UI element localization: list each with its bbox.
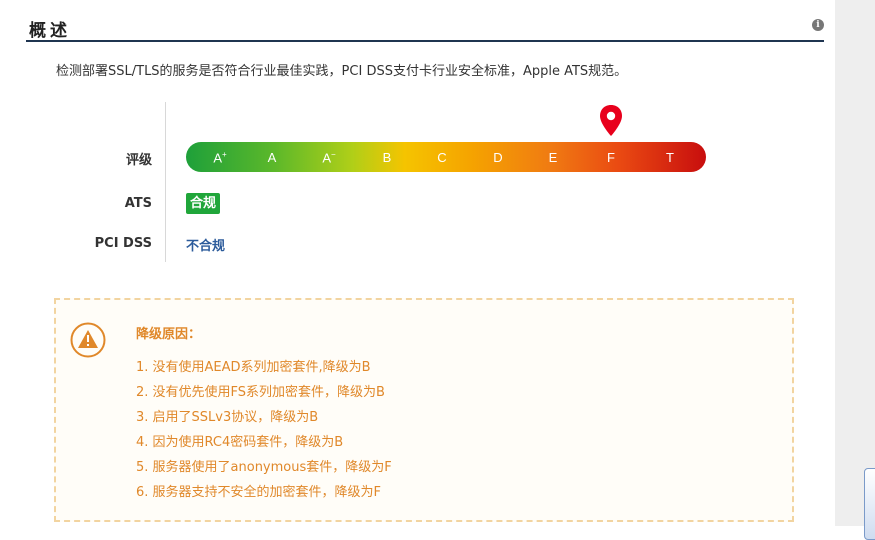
warning-icon bbox=[70, 322, 106, 358]
grade-a-minus: A− bbox=[314, 150, 344, 165]
map-pin-icon bbox=[600, 105, 622, 136]
rating-scale-bar: A+ A A− B C D E F T bbox=[186, 142, 706, 172]
grade-letter: T bbox=[666, 150, 674, 165]
grade-a-plus: A+ bbox=[205, 150, 235, 165]
grade-t: T bbox=[655, 150, 685, 165]
grade-letter: E bbox=[548, 150, 558, 165]
pci-label: PCI DSS bbox=[94, 236, 152, 251]
downgrade-reason-item: 3. 启用了SSLv3协议，降级为B bbox=[136, 410, 319, 425]
section-description: 检测部署SSL/TLS的服务是否符合行业最佳实践，PCI DSS支付卡行业安全标… bbox=[56, 64, 628, 79]
label-divider bbox=[165, 102, 166, 262]
grade-f: F bbox=[596, 150, 626, 165]
grade-letter: F bbox=[607, 150, 615, 165]
downgrade-reason-item: 5. 服务器使用了anonymous套件，降级为F bbox=[136, 460, 392, 475]
grade-modifier: − bbox=[331, 150, 336, 159]
grade-e: E bbox=[538, 150, 568, 165]
grade-modifier: + bbox=[222, 150, 227, 159]
downgrade-reason-item: 1. 没有使用AEAD系列加密套件,降级为B bbox=[136, 360, 371, 375]
downgrade-reason-item: 4. 因为使用RC4密码套件，降级为B bbox=[136, 435, 344, 450]
pci-status-value: 不合规 bbox=[186, 239, 226, 254]
section-title: 概述 bbox=[29, 21, 71, 41]
floating-side-widget[interactable] bbox=[864, 468, 875, 540]
grade-letter: C bbox=[437, 150, 447, 165]
grade-letter: B bbox=[382, 150, 392, 165]
grade-letter: A bbox=[322, 150, 331, 166]
downgrade-reason-list: 1. 没有使用AEAD系列加密套件,降级为B 2. 没有优先使用FS系列加密套件，… bbox=[136, 355, 392, 505]
ats-label: ATS bbox=[124, 196, 152, 211]
grade-c: C bbox=[427, 150, 457, 165]
page-right-gutter bbox=[835, 0, 875, 526]
section-header: 概述 i bbox=[26, 14, 824, 42]
grade-a: A bbox=[257, 150, 287, 165]
ats-status-badge: 合规 bbox=[186, 193, 221, 214]
grade-letter: A bbox=[213, 150, 222, 166]
downgrade-reasons-box: 降级原因： 1. 没有使用AEAD系列加密套件,降级为B 2. 没有优先使用FS系… bbox=[54, 298, 794, 522]
downgrade-reason-item: 6. 服务器支持不安全的加密套件，降级为F bbox=[136, 485, 382, 500]
grade-b: B bbox=[372, 150, 402, 165]
info-icon[interactable]: i bbox=[812, 19, 824, 31]
grade-letter: D bbox=[493, 150, 503, 165]
grade-d: D bbox=[483, 150, 513, 165]
downgrade-reason-item: 2. 没有优先使用FS系列加密套件，降级为B bbox=[136, 385, 385, 400]
grade-letter: A bbox=[267, 150, 277, 165]
rating-label: 评级 bbox=[125, 153, 152, 168]
downgrade-title: 降级原因： bbox=[136, 327, 202, 342]
